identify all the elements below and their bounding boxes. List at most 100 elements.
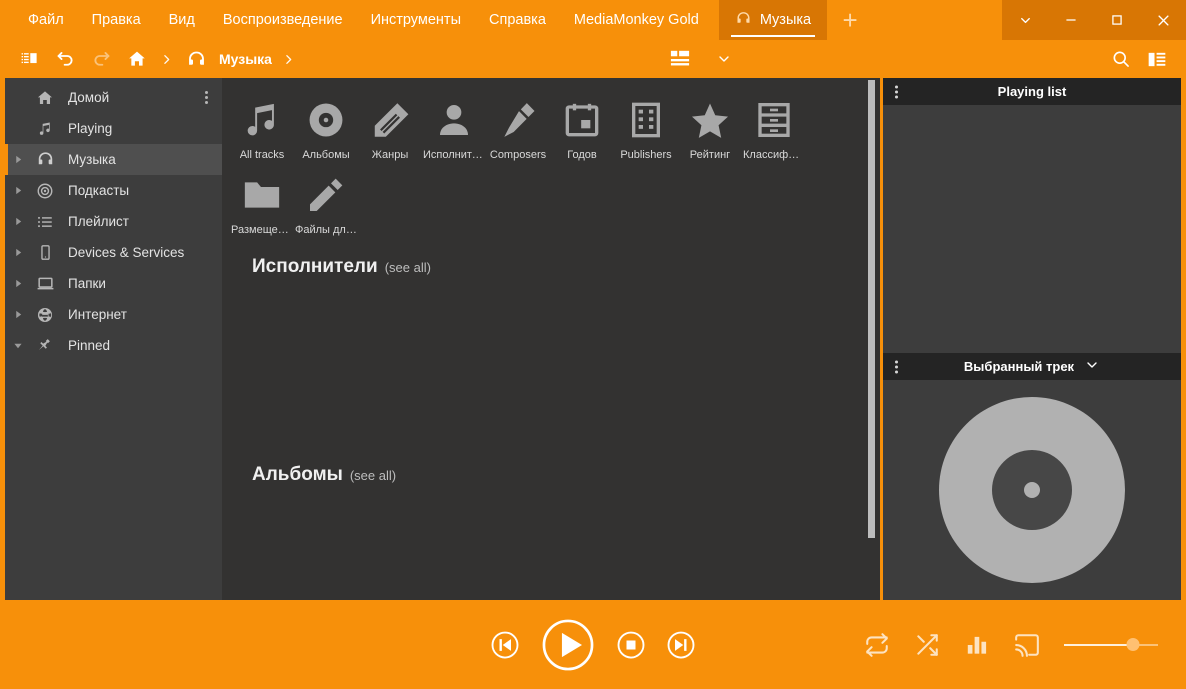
category-label: Размещение [231,224,293,236]
breadcrumb-label[interactable]: Музыка [215,51,276,67]
laptop-icon [31,274,59,293]
category-genres[interactable]: Жанры [358,90,422,165]
volume-knob[interactable] [1126,638,1140,651]
category-label: Publishers [620,149,672,161]
see-all-link[interactable]: (see all) [350,468,396,483]
menu-item-mediamonkey-gold[interactable]: MediaMonkey Gold [560,0,713,40]
pen-nib-icon [498,96,538,144]
undo-icon[interactable] [48,44,82,74]
menu-item-view[interactable]: Вид [155,0,209,40]
chevron-right-icon[interactable] [5,279,31,288]
chevron-down-icon[interactable] [1084,357,1100,376]
building-icon [626,96,666,144]
cast-button[interactable] [1014,632,1040,658]
sidebar-item-playing[interactable]: Playing [5,113,222,144]
chevron-down-icon[interactable] [5,341,31,350]
layout-panel-icon[interactable] [12,44,46,74]
vinyl-disc-icon [305,96,347,144]
redo-icon[interactable] [84,44,118,74]
minimize-button[interactable] [1048,0,1094,40]
next-track-button[interactable] [666,630,696,660]
headphones-icon [31,150,59,169]
right-panel: Playing list Выбранный трек [880,78,1181,600]
selected-track-header[interactable]: Выбранный трек [883,353,1181,380]
menu-bar: Файл Правка Вид Воспроизведение Инструме… [0,0,713,40]
calendar-icon [562,96,602,144]
category-label: Классифик... [743,149,805,161]
category-all-tracks[interactable]: All tracks [230,90,294,165]
home-icon[interactable] [120,44,154,74]
chevron-right-icon[interactable] [5,155,31,164]
volume-slider[interactable] [1064,635,1158,655]
menu-item-file[interactable]: Файл [14,0,78,40]
sidebar-item-devices-services[interactable]: Devices & Services [5,237,222,268]
selected-track-title: Выбранный трек [963,359,1075,374]
mediamonkey-window: Файл Правка Вид Воспроизведение Инструме… [0,0,1186,689]
tab-strip: Музыка + [718,0,873,40]
equalizer-button[interactable] [964,632,990,658]
sidebar-item-music[interactable]: Музыка [5,144,222,175]
chevron-right-icon[interactable] [5,310,31,319]
star-icon [689,96,731,144]
category-composers[interactable]: Composers [486,90,550,165]
pencil-icon [306,171,346,219]
sidebar-item-pinned[interactable]: Pinned [5,330,222,361]
more-vertical-icon[interactable] [895,360,898,373]
category-classification[interactable]: Классифик... [742,90,806,165]
chevron-right-icon[interactable] [5,248,31,257]
category-albums[interactable]: Альбомы [294,90,358,165]
home-icon [31,89,59,107]
sidebar-item-label: Папки [68,276,106,291]
sidebar-item-home[interactable]: Домой [5,82,222,113]
category-label: Рейтинг [689,149,731,161]
stop-button[interactable] [616,630,646,660]
menu-item-edit[interactable]: Правка [78,0,155,40]
chevron-right-icon[interactable] [5,217,31,226]
previous-track-button[interactable] [490,630,520,660]
view-dropdown-icon[interactable] [707,44,741,74]
chevron-right-icon[interactable] [5,186,31,195]
category-publishers[interactable]: Publishers [614,90,678,165]
see-all-link[interactable]: (see all) [385,260,431,275]
sidebar-item-internet[interactable]: Интернет [5,299,222,330]
content-area: All tracks Альбомы Жанры Исполните... Co… [222,78,880,600]
menu-item-playback[interactable]: Воспроизведение [209,0,357,40]
section-artists: Исполнители (see all) [222,256,880,448]
content-scrollbar-thumb[interactable] [868,80,875,538]
menu-item-tools[interactable]: Инструменты [357,0,475,40]
right-panel-icon[interactable] [1140,44,1174,74]
category-artists[interactable]: Исполните... [422,90,486,165]
sidebar-item-podcasts[interactable]: Подкасты [5,175,222,206]
panel-title: Выбранный трек [883,357,1181,376]
menu-item-help[interactable]: Справка [475,0,560,40]
title-bar: Файл Правка Вид Воспроизведение Инструме… [0,0,1186,40]
selected-track-artwork[interactable] [883,380,1181,600]
close-button[interactable] [1140,0,1186,40]
section-header: Альбомы (see all) [252,464,880,486]
category-years[interactable]: Годов [550,90,614,165]
window-more-button[interactable] [1002,0,1048,40]
more-vertical-icon[interactable] [199,91,214,104]
shuffle-button[interactable] [914,632,940,658]
maximize-button[interactable] [1094,0,1140,40]
category-location[interactable]: Размещение [230,165,294,240]
sidebar-item-playlist[interactable]: Плейлист [5,206,222,237]
sidebar-item-folders[interactable]: Папки [5,268,222,299]
breadcrumb-headphones-icon[interactable] [179,44,213,74]
playing-list-body[interactable] [883,105,1181,353]
content-inner: All tracks Альбомы Жанры Исполните... Co… [222,78,880,600]
view-layout-icon[interactable] [663,44,697,74]
category-rating[interactable]: Рейтинг [678,90,742,165]
breadcrumb-chevron-2-icon[interactable] [278,53,299,66]
sidebar-item-label: Playing [68,121,113,136]
new-tab-button[interactable]: + [827,0,873,40]
search-icon[interactable] [1104,44,1138,74]
tab-music[interactable]: Музыка [718,0,828,40]
playing-list-header[interactable]: Playing list [883,78,1181,105]
section-title: Исполнители [252,256,378,277]
play-button[interactable] [540,617,596,673]
category-files-for[interactable]: Файлы для... [294,165,358,240]
more-vertical-icon[interactable] [895,85,898,98]
category-label: Годов [567,149,597,161]
repeat-button[interactable] [864,632,890,658]
